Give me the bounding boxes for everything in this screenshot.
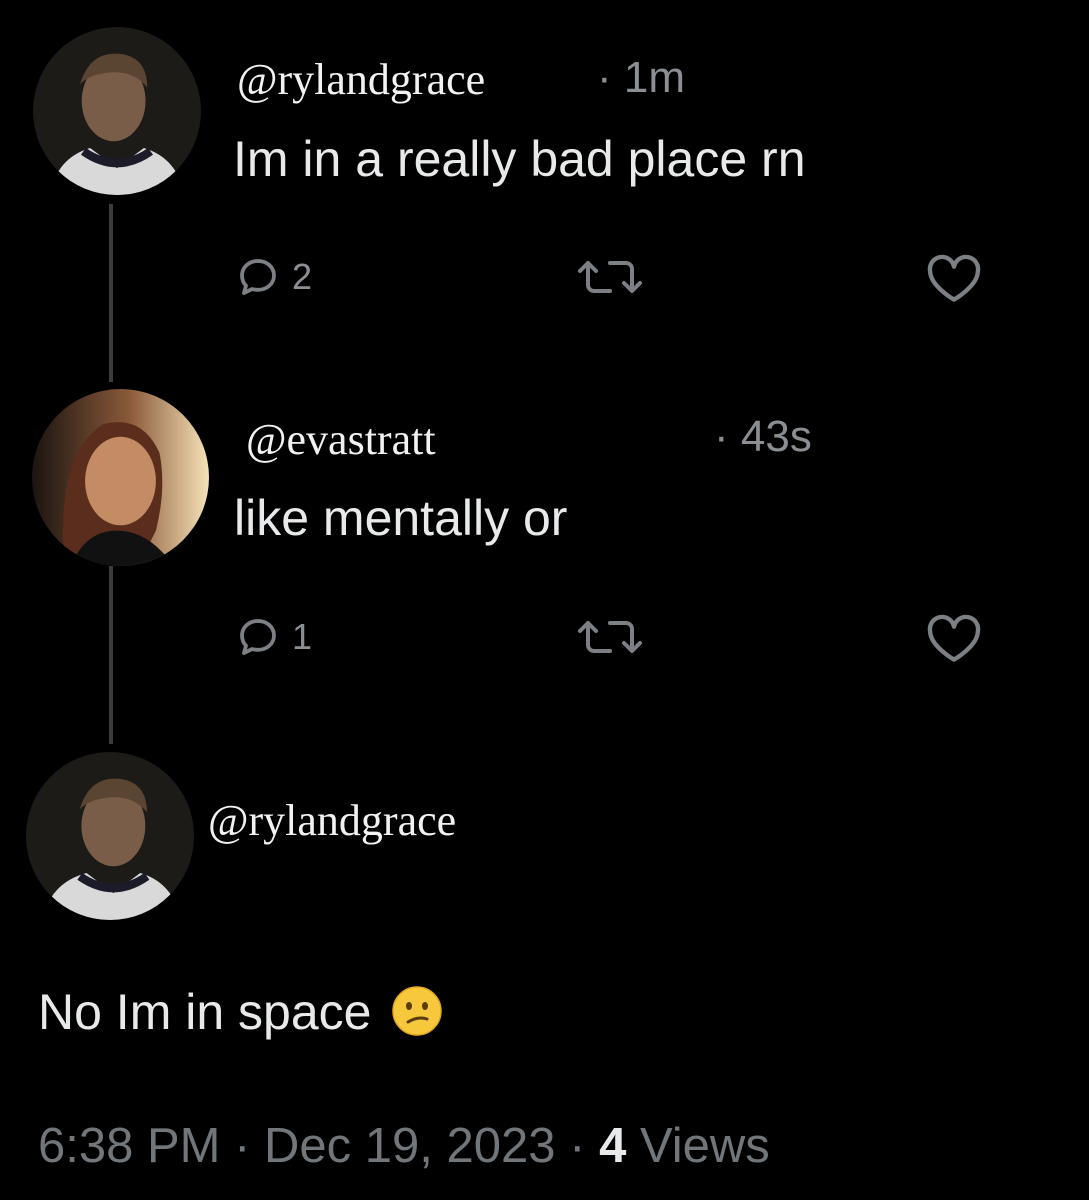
repost-icon — [578, 261, 642, 293]
post-3-text-row: No Im in space — [38, 985, 443, 1037]
heart-icon — [927, 254, 981, 302]
thread-line-2 — [109, 566, 113, 744]
avatar-rylandgrace-image — [33, 27, 201, 195]
post-meta-separator-2: · — [555, 1119, 600, 1173]
post-2-reply-count: 1 — [292, 616, 313, 657]
post-meta: 6:38 PM · Dec 19, 2023 · 4 Views — [38, 1122, 770, 1171]
post-meta-separator-1: · — [220, 1119, 265, 1173]
post-1-repost-button[interactable] — [574, 253, 646, 301]
views-label: Views — [626, 1119, 770, 1173]
post-2-like-button[interactable] — [922, 613, 986, 665]
post-1-like-button[interactable] — [922, 253, 986, 305]
post-2-repost-button[interactable] — [574, 613, 646, 661]
post-1-handle[interactable]: @rylandgrace — [237, 58, 485, 102]
views-count: 4 — [599, 1119, 627, 1173]
post-meta-date[interactable]: Dec 19, 2023 — [264, 1119, 556, 1173]
post-1-time[interactable]: · 1m — [597, 56, 685, 100]
post-3-handle[interactable]: @rylandgrace — [208, 799, 456, 843]
avatar-rylandgrace-2-image — [26, 752, 194, 920]
repost-icon — [578, 621, 642, 653]
thread-line-1 — [109, 204, 113, 382]
post-2-text: like mentally or — [234, 490, 568, 546]
post-2-handle[interactable]: @evastratt — [246, 418, 436, 462]
post-1-text: Im in a really bad place rn — [233, 131, 806, 187]
post-3-text: No Im in space — [38, 984, 372, 1040]
avatar-rylandgrace-2[interactable] — [26, 752, 194, 920]
post-2-time[interactable]: · 43s — [714, 415, 812, 459]
post-1-reply-count: 2 — [292, 256, 313, 297]
avatar-evastratt-image — [32, 389, 209, 566]
post-2-reply-button[interactable]: 1 — [234, 613, 312, 661]
reply-icon — [240, 259, 276, 295]
heart-icon — [927, 614, 981, 662]
avatar-rylandgrace[interactable] — [33, 27, 201, 195]
avatar-evastratt[interactable] — [32, 389, 209, 566]
post-meta-time[interactable]: 6:38 PM — [38, 1119, 220, 1173]
reply-icon — [240, 619, 276, 655]
post-1-reply-button[interactable]: 2 — [234, 253, 312, 301]
confused-face-emoji — [392, 986, 443, 1036]
